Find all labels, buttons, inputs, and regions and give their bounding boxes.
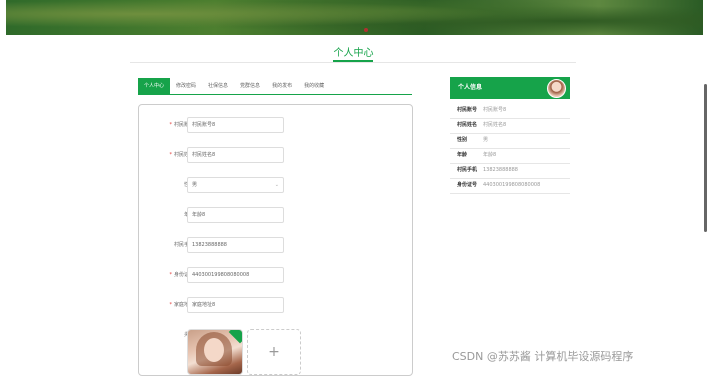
form-row-address: * 家庭地址 家庭地址8 (139, 297, 412, 313)
info-row-phone: 村民手机 13823888888 (450, 163, 570, 179)
upload-success-icon (228, 330, 242, 344)
csdn-watermark: CSDN @苏苏酱 计算机毕设源码程序 (452, 350, 634, 363)
gender-select[interactable]: 男 ⌄ (187, 177, 284, 193)
id-number-input[interactable]: 440300199808080008 (187, 267, 284, 283)
age-input[interactable]: 年龄8 (187, 207, 284, 223)
tab-social-security[interactable]: 社保信息 (202, 78, 234, 94)
chevron-down-icon: ⌄ (274, 182, 279, 188)
required-mark: * (169, 302, 172, 308)
account-input[interactable]: 村民账号8 (187, 117, 284, 133)
title-divider (130, 62, 576, 63)
profile-tabs: 个人中心 修改密码 社保信息 党群信息 我的发布 我的收藏 (138, 78, 330, 94)
tab-party-info[interactable]: 党群信息 (234, 78, 266, 94)
info-row-gender: 性别男 (450, 133, 570, 149)
avatar-face (204, 338, 224, 362)
info-row-account: 村民账号 村民账号8 (450, 103, 570, 119)
upload-avatar-button[interactable]: + (247, 329, 301, 375)
address-input[interactable]: 家庭地址8 (187, 297, 284, 313)
tab-my-favorites[interactable]: 我的收藏 (298, 78, 330, 94)
form-row-gender: 性别 男 ⌄ (139, 177, 412, 193)
header-banner-image (6, 0, 703, 35)
phone-input[interactable]: 13823888888 (187, 237, 284, 253)
form-row-account: * 村民账号 村民账号8 (139, 117, 412, 133)
banner-marker (364, 28, 368, 32)
info-card-title: 个人信息 (458, 84, 483, 91)
required-mark: * (169, 272, 172, 278)
required-mark: * (169, 122, 172, 128)
form-row-name: * 村民姓名 村民姓名8 (139, 147, 412, 163)
tab-my-posts[interactable]: 我的发布 (266, 78, 298, 94)
form-row-phone: 村民手机 13823888888 (139, 237, 412, 253)
name-input[interactable]: 村民姓名8 (187, 147, 284, 163)
tab-change-password[interactable]: 修改密码 (170, 78, 202, 94)
form-row-id-number: * 身份证号 440300199808080008 (139, 267, 412, 283)
profile-form: *村民账号 村民账号8 *村民姓名 村民姓名8 性别 男 ⌄ 年龄 年龄8 村民… (138, 104, 413, 376)
personal-info-card: 个人信息 村民账号 村民账号8 村民姓名 村民姓名8 性别男 年龄 年龄8 村民手机 1… (450, 77, 570, 197)
avatar-image[interactable] (187, 329, 243, 375)
info-row-id-number: 身份证号 440300199808080008 (450, 178, 570, 194)
tab-personal-center[interactable]: 个人中心 (138, 78, 171, 94)
required-mark: * (169, 152, 172, 158)
info-row-age: 年龄 年龄8 (450, 148, 570, 164)
tabs-underline (138, 94, 412, 95)
info-row-name: 村民姓名 村民姓名8 (450, 118, 570, 134)
avatar (547, 79, 566, 98)
page-title: 个人中心 (333, 48, 374, 59)
info-card-header: 个人信息 (450, 77, 570, 99)
gender-select-value: 男 (192, 182, 198, 188)
form-row-age: 年龄 年龄8 (139, 207, 412, 223)
